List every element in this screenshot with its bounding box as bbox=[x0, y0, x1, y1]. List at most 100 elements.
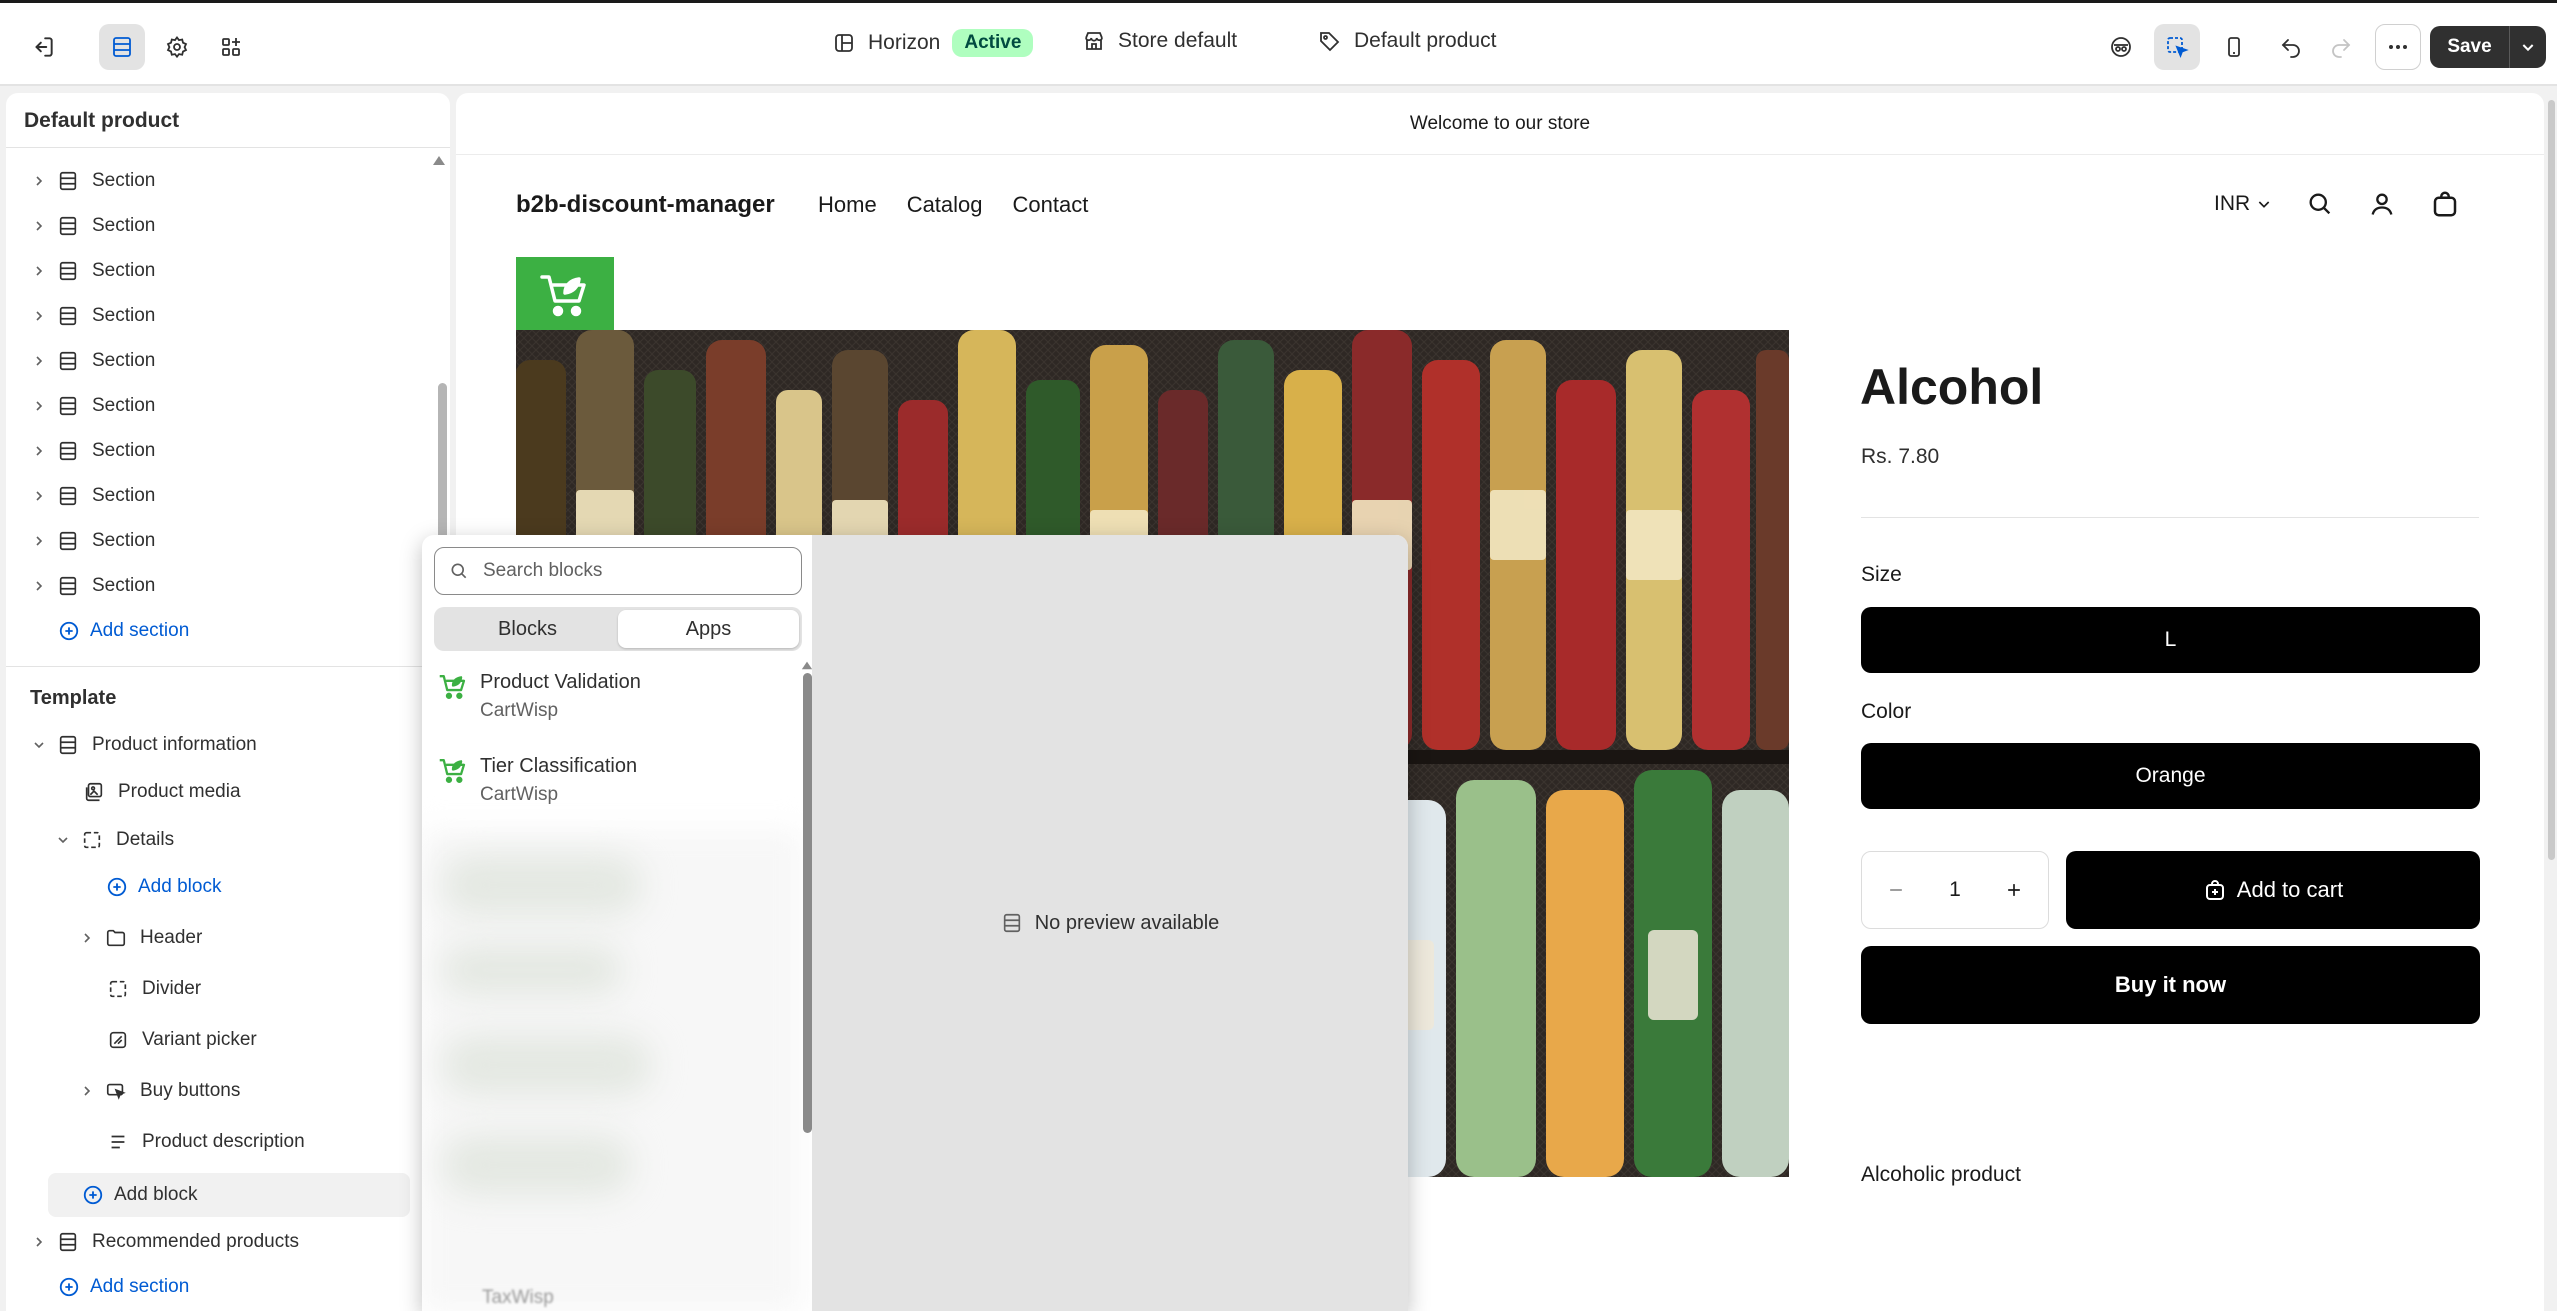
chevron-right-icon[interactable] bbox=[74, 1085, 100, 1097]
chevron-right-icon[interactable] bbox=[26, 580, 52, 592]
chevron-right-icon[interactable] bbox=[26, 1236, 52, 1248]
chevron-down-icon[interactable] bbox=[50, 834, 76, 846]
store-name[interactable]: b2b-discount-manager bbox=[516, 191, 775, 219]
section-icon bbox=[52, 530, 84, 552]
app-block-item[interactable]: Tier Classification CartWisp bbox=[438, 755, 637, 806]
cart-bag-icon[interactable] bbox=[2430, 189, 2460, 219]
more-actions-icon[interactable] bbox=[2375, 24, 2421, 70]
theme-selector[interactable]: Horizon Active bbox=[832, 29, 1034, 57]
section-row[interactable]: Section bbox=[26, 253, 155, 289]
add-section-button[interactable]: Add section bbox=[56, 1269, 189, 1305]
inspector-icon[interactable] bbox=[2098, 24, 2144, 70]
tab-blocks[interactable]: Blocks bbox=[437, 610, 618, 648]
cursor-button-icon bbox=[100, 1080, 132, 1102]
buy-buttons-row[interactable]: Buy buttons bbox=[74, 1073, 240, 1109]
section-row[interactable]: Section bbox=[26, 388, 155, 424]
section-row[interactable]: Section bbox=[26, 568, 155, 604]
search-icon[interactable] bbox=[2306, 190, 2334, 218]
product-description-row[interactable]: Product description bbox=[102, 1124, 305, 1160]
section-row[interactable]: Section bbox=[26, 298, 155, 334]
section-label: Section bbox=[92, 395, 156, 416]
section-row[interactable]: Section bbox=[26, 523, 155, 559]
section-row[interactable]: Section bbox=[26, 208, 155, 244]
size-value: L bbox=[2164, 628, 2177, 651]
chevron-right-icon[interactable] bbox=[26, 265, 52, 277]
product-information-row[interactable]: Product information bbox=[26, 727, 257, 763]
cart-leaf-icon bbox=[540, 275, 586, 317]
section-label: Section bbox=[92, 440, 156, 461]
section-icon bbox=[52, 215, 84, 237]
color-option-button[interactable]: Orange bbox=[1861, 743, 2480, 809]
chevron-right-icon[interactable] bbox=[26, 445, 52, 457]
template-label: Default product bbox=[1354, 29, 1497, 52]
scroll-up-arrow-icon[interactable] bbox=[431, 153, 447, 167]
mobile-preview-icon[interactable] bbox=[2211, 24, 2257, 70]
nav-catalog[interactable]: Catalog bbox=[907, 192, 983, 218]
folder-icon bbox=[100, 927, 132, 949]
section-icon bbox=[52, 575, 84, 597]
chevron-down-icon[interactable] bbox=[2510, 39, 2546, 55]
recommended-products-row[interactable]: Recommended products bbox=[26, 1224, 299, 1260]
minus-icon[interactable] bbox=[1886, 880, 1906, 900]
quantity-value[interactable]: 1 bbox=[1949, 878, 1961, 902]
chevron-down-icon[interactable] bbox=[26, 739, 52, 751]
settings-gear-icon[interactable] bbox=[154, 24, 200, 70]
buy-now-button[interactable]: Buy it now bbox=[1861, 946, 2480, 1024]
size-option-button[interactable]: L bbox=[1861, 607, 2480, 673]
store-logo[interactable] bbox=[516, 257, 614, 331]
search-placeholder: Search blocks bbox=[483, 560, 603, 581]
section-row[interactable]: Section bbox=[26, 433, 155, 469]
account-icon[interactable] bbox=[2368, 190, 2396, 218]
tab-apps[interactable]: Apps bbox=[618, 610, 799, 648]
header-row[interactable]: Header bbox=[74, 920, 202, 956]
search-input[interactable]: Search blocks bbox=[434, 547, 802, 595]
apps-grid-icon[interactable] bbox=[208, 24, 254, 70]
chevron-right-icon[interactable] bbox=[26, 535, 52, 547]
chevron-right-icon[interactable] bbox=[26, 355, 52, 367]
buy-now-label: Buy it now bbox=[2114, 972, 2227, 997]
exit-icon[interactable] bbox=[20, 24, 66, 70]
section-row[interactable]: Section bbox=[26, 343, 155, 379]
chevron-down-icon bbox=[2258, 201, 2270, 208]
preview-scrollbar[interactable] bbox=[2548, 100, 2555, 860]
size-label: Size bbox=[1861, 563, 1902, 586]
variant-picker-row[interactable]: Variant picker bbox=[102, 1022, 257, 1058]
details-row[interactable]: Details bbox=[50, 822, 174, 858]
add-block-button[interactable]: Add block bbox=[104, 869, 221, 905]
chevron-right-icon[interactable] bbox=[74, 932, 100, 944]
chevron-right-icon[interactable] bbox=[26, 175, 52, 187]
block-preview-pane: No preview available bbox=[812, 535, 1408, 1311]
quantity-stepper: 1 bbox=[1861, 851, 2049, 929]
select-cursor-icon[interactable] bbox=[2154, 24, 2200, 70]
template-selector[interactable]: Default product bbox=[1318, 29, 1496, 53]
section-label: Section bbox=[92, 305, 156, 326]
plus-icon[interactable] bbox=[2004, 880, 2024, 900]
section-row[interactable]: Section bbox=[26, 163, 155, 199]
popover-scrollbar[interactable] bbox=[803, 673, 812, 1133]
add-to-cart-label: Add to cart bbox=[2236, 877, 2344, 902]
add-block-button[interactable]: Add block bbox=[80, 1177, 197, 1213]
partial-app-vendor: TaxWisp bbox=[482, 1287, 554, 1308]
chevron-right-icon[interactable] bbox=[26, 400, 52, 412]
add-section-button[interactable]: Add section bbox=[56, 613, 189, 649]
chevron-right-icon[interactable] bbox=[26, 490, 52, 502]
sections-icon[interactable] bbox=[99, 24, 145, 70]
currency-selector[interactable]: INR bbox=[2214, 192, 2272, 216]
add-to-cart-button[interactable]: Add to cart bbox=[2066, 851, 2480, 929]
section-row[interactable]: Section bbox=[26, 478, 155, 514]
divider-label: Divider bbox=[142, 978, 202, 999]
nav-contact[interactable]: Contact bbox=[1013, 192, 1089, 218]
store-selector[interactable]: Store default bbox=[1082, 29, 1237, 53]
divider bbox=[6, 666, 436, 667]
section-icon bbox=[52, 170, 84, 192]
undo-icon[interactable] bbox=[2268, 24, 2314, 70]
product-media-row[interactable]: Product media bbox=[78, 774, 241, 810]
nav-home[interactable]: Home bbox=[818, 192, 877, 218]
app-block-item[interactable]: Product Validation CartWisp bbox=[438, 671, 641, 722]
divider-row[interactable]: Divider bbox=[102, 971, 201, 1007]
redo-icon[interactable] bbox=[2318, 24, 2364, 70]
chevron-right-icon[interactable] bbox=[26, 220, 52, 232]
save-button[interactable]: Save bbox=[2430, 26, 2546, 68]
chevron-right-icon[interactable] bbox=[26, 310, 52, 322]
editor-topbar: Horizon Active Store default Default pro… bbox=[0, 0, 2557, 86]
